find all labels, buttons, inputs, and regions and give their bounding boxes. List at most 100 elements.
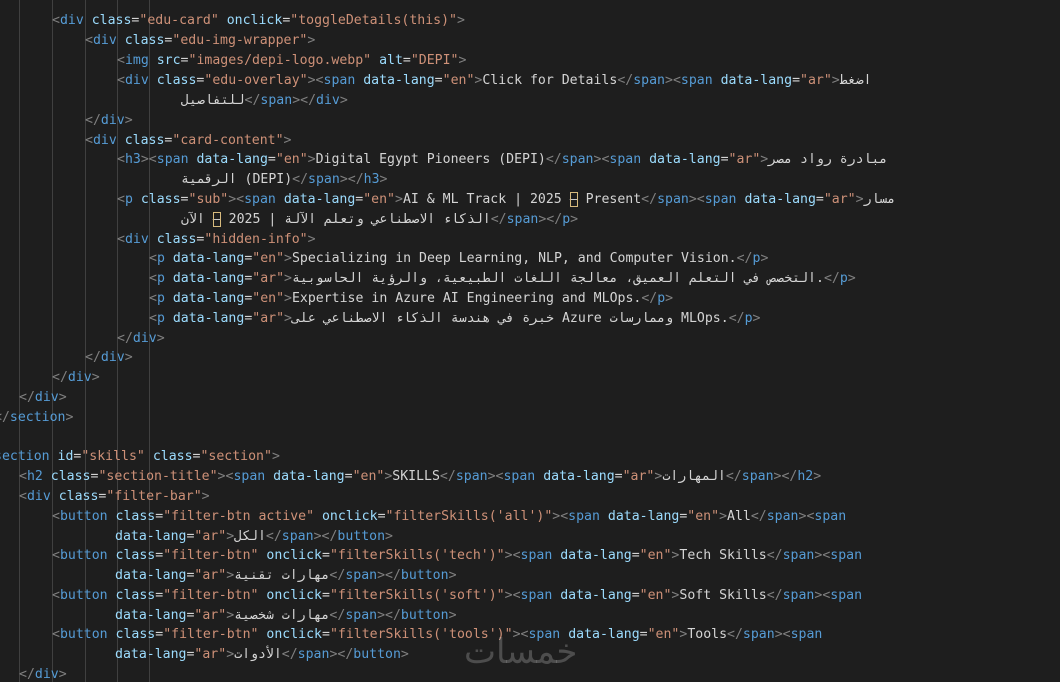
code-token: div	[26, 489, 51, 504]
code-token: >	[688, 192, 697, 207]
code-token: <	[117, 53, 125, 68]
code-token: </	[766, 588, 783, 603]
code-token: "filterSkills('all')"	[385, 509, 553, 524]
code-token: data-lang	[641, 152, 721, 167]
code-line[interactable]: <button class="filter-btn" onclick="filt…	[52, 546, 862, 566]
code-token: span	[297, 647, 330, 662]
code-token: "en"	[639, 548, 672, 563]
code-token: p	[156, 291, 165, 306]
code-line[interactable]: data-lang="ar">الأدوات</span></button>	[115, 645, 409, 665]
code-token: span	[741, 469, 774, 484]
code-editor[interactable]: <div class="edu-card" onclick="toggleDet…	[0, 0, 1060, 682]
code-token: "hidden-info"	[204, 232, 308, 247]
code-token: </	[385, 608, 401, 623]
code-line[interactable]: الذكاء الاصطناعي وتعلم الآلة | 2025 – ال…	[181, 210, 578, 230]
code-token: <	[52, 509, 60, 524]
code-token: button	[59, 509, 108, 524]
code-line[interactable]: </div>	[19, 665, 67, 682]
code-token: button	[59, 588, 108, 603]
code-token: "ar"	[194, 608, 227, 623]
code-line[interactable]: <p data-lang="ar">خبرة في هندسة الذكاء ا…	[149, 309, 760, 329]
code-line[interactable]: </div>	[52, 368, 100, 388]
code-token: =	[322, 627, 330, 642]
code-token: >	[65, 410, 74, 425]
code-line[interactable]: data-lang="ar">مهارات تقنية</span></butt…	[115, 566, 457, 586]
code-token: span	[704, 192, 737, 207]
code-token: >	[385, 529, 393, 544]
code-line[interactable]: <div class="card-content">	[85, 131, 291, 151]
code-token: </	[781, 469, 798, 484]
code-token: =	[402, 53, 411, 68]
code-line[interactable]: <p data-lang="en">Expertise in Azure AI …	[149, 289, 673, 309]
code-token: </	[727, 627, 743, 642]
code-token: >	[140, 152, 149, 167]
code-line[interactable]: <div class="edu-overlay"><span data-lang…	[117, 71, 872, 91]
code-token: >	[228, 192, 237, 207]
code-token: onclick	[314, 509, 378, 524]
code-line[interactable]: data-lang="ar">الكل</span></button>	[115, 527, 393, 547]
code-token: </	[641, 291, 658, 306]
code-token: </	[321, 529, 338, 544]
code-token: div	[100, 350, 125, 365]
code-token: الكل	[234, 529, 266, 544]
code-token: class	[116, 133, 165, 148]
code-line[interactable]: <div class="filter-bar">	[19, 487, 210, 507]
code-token: </	[85, 350, 101, 365]
code-line[interactable]: <h2 class="section-title"><span data-lan…	[19, 467, 821, 487]
code-token: </	[546, 212, 563, 227]
code-line[interactable]: </div>	[19, 388, 67, 408]
code-token: >	[307, 33, 316, 48]
code-token: >	[58, 390, 67, 405]
indent-guide	[85, 0, 86, 682]
code-token: </	[385, 568, 401, 583]
code-token: =	[434, 73, 443, 88]
code-token: </	[52, 370, 68, 385]
code-token: >	[226, 647, 235, 662]
code-token: button	[400, 568, 449, 583]
code-token: "ar"	[194, 529, 227, 544]
code-token: "ar"	[800, 73, 832, 88]
code-token: "sub"	[188, 192, 229, 207]
code-token: </	[750, 509, 767, 524]
code-line[interactable]: <button class="filter-btn" onclick="filt…	[52, 625, 822, 645]
code-line[interactable]: <p data-lang="ar">التخصص في التعلم العمي…	[149, 269, 856, 289]
code-token: span	[156, 152, 189, 167]
code-line[interactable]: للتفاصيل</span></div>	[181, 91, 348, 111]
code-token: خبرة في هندسة الذكاء الاصطناعي على Azure…	[291, 311, 729, 326]
code-line[interactable]: <p data-lang="en">Specializing in Deep L…	[149, 249, 768, 269]
code-token: "images/depi-logo.webp"	[188, 53, 372, 68]
code-token: =	[180, 53, 189, 68]
code-token: </	[728, 311, 745, 326]
code-line[interactable]: <div class="edu-img-wrapper">	[85, 31, 315, 51]
code-token: Tools	[687, 627, 728, 642]
code-token: Present	[577, 192, 642, 207]
code-token: Specializing in Deep Learning, NLP, and …	[291, 251, 737, 266]
code-token: >	[124, 113, 133, 128]
code-line[interactable]: <img src="images/depi-logo.webp" alt="DE…	[117, 51, 466, 71]
code-token: span	[742, 627, 775, 642]
code-token: Tech Skills	[679, 548, 767, 563]
code-token: >	[284, 291, 292, 306]
code-line[interactable]: </div>	[85, 348, 133, 368]
code-token: span	[814, 509, 847, 524]
code-token: class	[50, 489, 99, 504]
code-line[interactable]: </div>	[85, 111, 133, 131]
code-line[interactable]: </div>	[117, 329, 165, 349]
code-line[interactable]: الرقمية (DEPI)</span></h3>	[181, 170, 388, 190]
code-token: =	[631, 548, 640, 563]
code-token: "en"	[252, 291, 285, 306]
code-line[interactable]: <div class="hidden-info">	[117, 230, 316, 250]
code-token: span	[506, 212, 539, 227]
code-line[interactable]: <p class="sub"><span data-lang="en">AI &…	[117, 190, 895, 210]
code-token: class	[144, 449, 193, 464]
code-line[interactable]: <div class="edu-card" onclick="toggleDet…	[52, 11, 465, 31]
code-token: span	[503, 469, 536, 484]
code-token: >	[271, 449, 280, 464]
code-line[interactable]: <button class="filter-btn" onclick="filt…	[52, 586, 862, 606]
code-line[interactable]: section id="skills" class="section">	[0, 447, 280, 467]
code-line[interactable]: data-lang="ar">مهارات شخصية</span></butt…	[115, 606, 457, 626]
code-line[interactable]: <h3><span data-lang="en">Digital Egypt P…	[117, 150, 887, 170]
code-token: div	[34, 667, 59, 682]
code-line[interactable]: </section>	[0, 408, 73, 428]
code-line[interactable]: <button class="filter-btn active" onclic…	[52, 507, 846, 527]
